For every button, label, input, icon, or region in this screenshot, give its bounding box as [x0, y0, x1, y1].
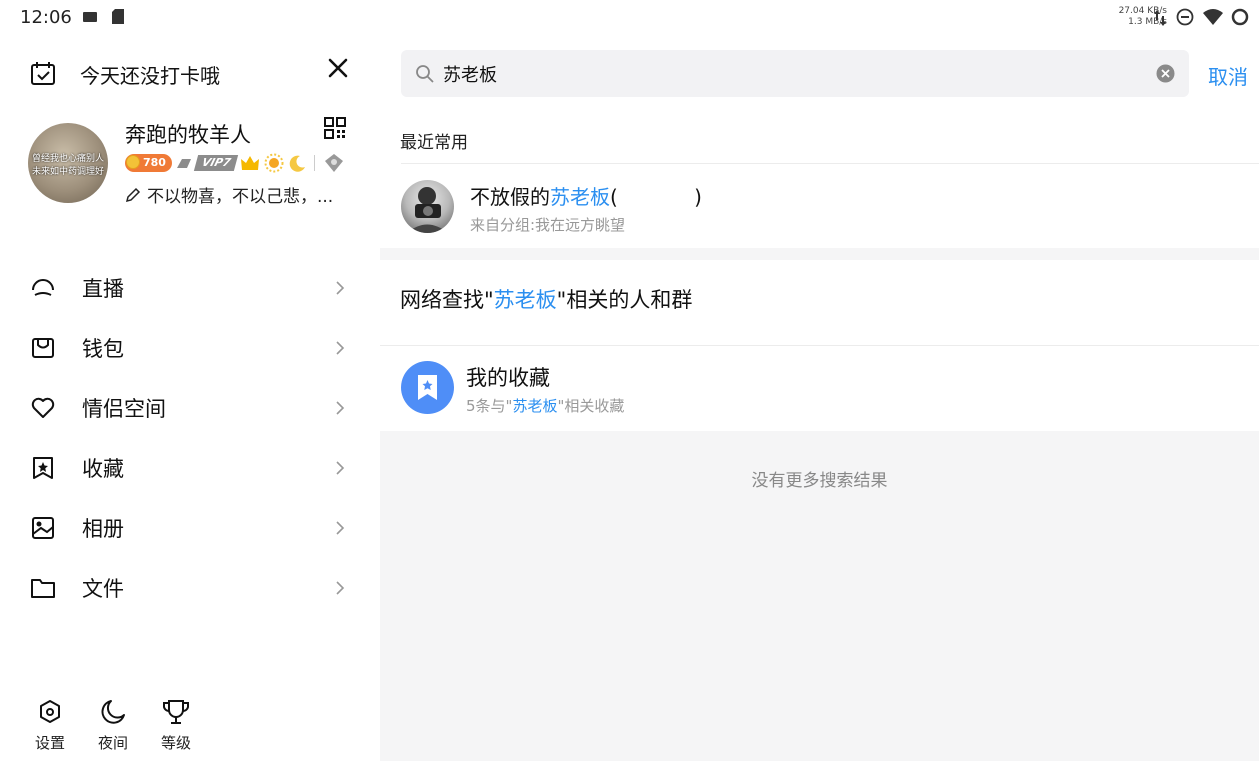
menu-label: 直播 — [82, 277, 124, 301]
web-search-highlight: 苏老板 — [493, 288, 557, 312]
contact-name-highlight: 苏老板 — [550, 185, 610, 209]
chevron-right-icon — [336, 521, 345, 535]
checkin-row[interactable]: 今天还没打卡哦 — [30, 58, 220, 90]
recent-section-title: 最近常用 — [400, 133, 468, 153]
status-time: 12:06 — [20, 7, 72, 28]
menu-label: 相册 — [82, 517, 124, 541]
favorites-result-icon-bg — [401, 361, 454, 414]
moon-badge-icon — [290, 155, 306, 172]
favorites-result-sub: 5条与"苏老板"相关收藏 — [466, 397, 625, 415]
bookmark-star-icon — [418, 375, 437, 400]
wifi-icon — [1203, 9, 1223, 25]
sun-icon — [264, 153, 284, 173]
web-search-link[interactable]: 网络查找"苏老板"相关的人和群 — [400, 284, 692, 314]
album-icon — [32, 517, 54, 539]
search-input[interactable] — [443, 50, 1143, 97]
search-bar — [401, 50, 1189, 97]
search-panel: 取消 最近常用 不放假的苏老板( ) 来自分组:我在远方眺望 网络查找"苏老板"… — [380, 36, 1259, 761]
vip-badge: VIP7 — [193, 155, 239, 171]
pencil-icon — [125, 187, 141, 202]
chevron-right-icon — [336, 281, 345, 295]
favorites-sub-highlight: 苏老板 — [512, 397, 558, 415]
trophy-icon — [163, 700, 189, 724]
settings-icon — [40, 700, 60, 723]
heart-icon — [31, 397, 55, 418]
live-icon — [32, 279, 54, 296]
notification-icon — [83, 12, 97, 22]
menu-item-couple-space[interactable]: 情侣空间 — [0, 378, 380, 438]
qr-code-icon[interactable] — [323, 116, 347, 140]
no-more-results: 没有更多搜索结果 — [751, 471, 888, 491]
wallet-icon — [32, 338, 54, 358]
moon-icon — [101, 700, 125, 724]
camera-person-icon — [407, 187, 448, 233]
avatar-caption: 曾经我也心痛别人 未来如中药调理好 — [31, 154, 104, 177]
sd-card-icon — [112, 9, 124, 24]
favorites-result-title: 我的收藏 — [466, 366, 550, 390]
menu-label: 钱包 — [82, 337, 124, 361]
contact-avatar[interactable] — [401, 180, 454, 233]
badge-separator — [314, 155, 316, 171]
speedster-icon — [176, 159, 191, 168]
calendar-check-icon — [31, 62, 55, 85]
chevron-right-icon — [336, 401, 345, 415]
divider — [380, 345, 1259, 346]
checkin-text: 今天还没打卡哦 — [80, 63, 220, 88]
night-mode-button[interactable]: 夜间 — [83, 698, 143, 753]
badge-row[interactable]: 780 VIP7 — [125, 153, 345, 173]
data-transfer-icon — [1154, 10, 1166, 26]
signature-text: 不以物喜，不以己悲，... — [147, 187, 334, 207]
settings-button[interactable]: 设置 — [20, 698, 80, 753]
contact-name[interactable]: 不放假的苏老板( ) — [470, 181, 702, 210]
menu-label: 收藏 — [82, 457, 124, 481]
close-icon[interactable] — [326, 56, 350, 80]
level-button[interactable]: 等级 — [146, 698, 206, 753]
menu-item-favorites[interactable]: 收藏 — [0, 438, 380, 498]
medal-icon — [325, 154, 344, 172]
level-label: 等级 — [160, 734, 191, 752]
menu-item-live[interactable]: 直播 — [0, 258, 380, 318]
divider — [401, 163, 1259, 164]
level-badge: 780 — [125, 154, 172, 172]
night-mode-label: 夜间 — [97, 734, 128, 752]
bottom-toolbar: 设置 夜间 等级 — [0, 698, 380, 758]
search-icon — [416, 65, 434, 83]
chevron-right-icon — [336, 581, 345, 595]
chevron-right-icon — [336, 341, 345, 355]
menu-item-wallet[interactable]: 钱包 — [0, 318, 380, 378]
nickname[interactable]: 奔跑的牧羊人 — [125, 119, 251, 149]
cancel-button[interactable]: 取消 — [1208, 61, 1248, 90]
folder-icon — [31, 579, 55, 598]
status-bar: 12:06 27.04 KB/s 1.3 MB/s — [0, 0, 1259, 36]
settings-label: 设置 — [34, 734, 65, 752]
favorite-icon — [33, 457, 53, 479]
drawer-menu: 直播 钱包 情侣空间 收藏 相册 文件 — [0, 258, 380, 618]
menu-label: 文件 — [82, 577, 124, 601]
menu-item-files[interactable]: 文件 — [0, 558, 380, 618]
contact-group: 来自分组:我在远方眺望 — [470, 216, 626, 234]
menu-label: 情侣空间 — [82, 397, 166, 421]
battery-icon — [1231, 8, 1249, 26]
menu-item-album[interactable]: 相册 — [0, 498, 380, 558]
chevron-right-icon — [336, 461, 345, 475]
avatar[interactable]: 曾经我也心痛别人 未来如中药调理好 — [28, 123, 108, 203]
side-drawer: 今天还没打卡哦 曾经我也心痛别人 未来如中药调理好 奔跑的牧羊人 780 VIP… — [0, 36, 380, 761]
clear-search-icon[interactable] — [1156, 64, 1175, 83]
do-not-disturb-icon — [1176, 8, 1194, 26]
signature-row[interactable]: 不以物喜，不以己悲，... — [125, 182, 355, 207]
crown-icon — [241, 156, 260, 170]
